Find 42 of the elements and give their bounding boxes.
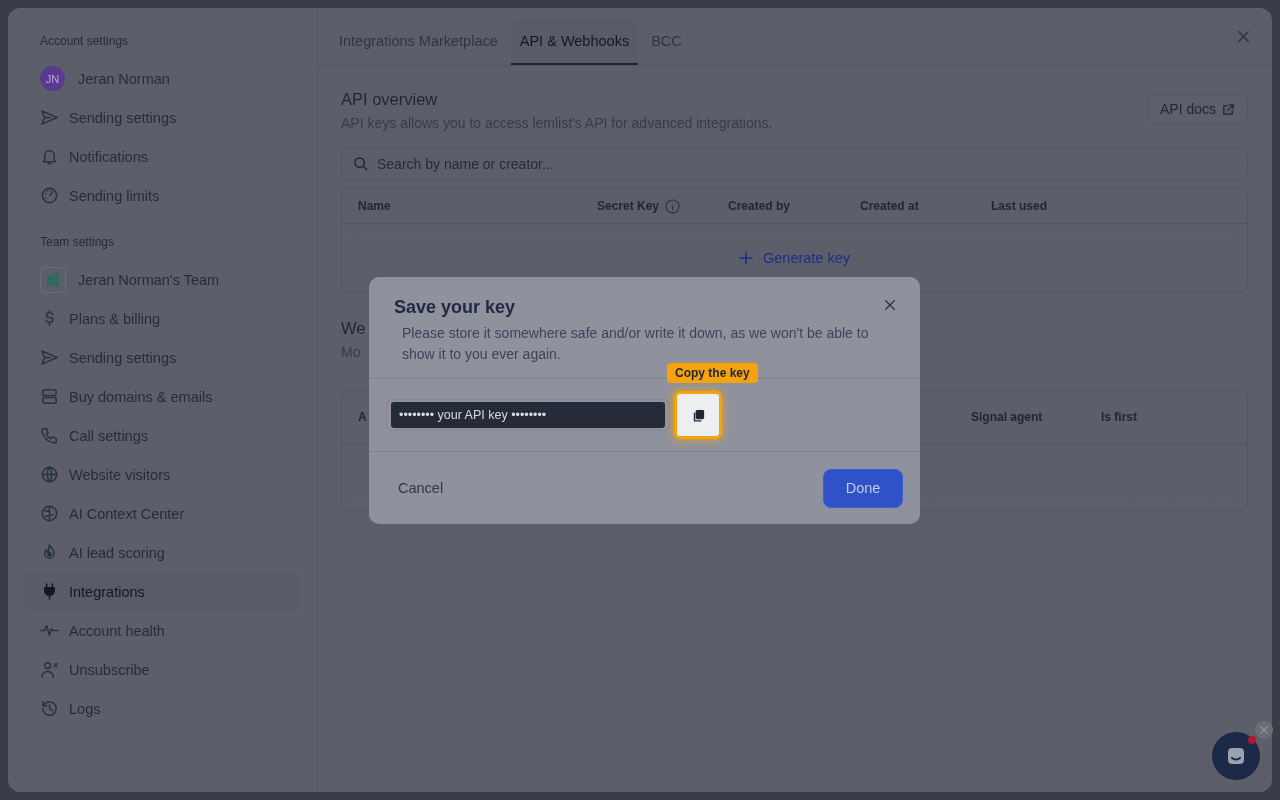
column-header: Secret Key xyxy=(597,199,660,213)
api-docs-button[interactable]: API docs xyxy=(1146,94,1248,124)
done-button[interactable]: Done xyxy=(823,468,903,508)
send-icon xyxy=(40,348,59,367)
close-icon[interactable] xyxy=(884,299,896,311)
avatar: JN xyxy=(40,66,65,91)
column-header: Signal agent xyxy=(971,410,1043,424)
column-header: Created at xyxy=(860,199,919,213)
gauge-icon xyxy=(40,186,59,205)
copy-button[interactable] xyxy=(674,391,722,439)
dialog-description: Please store it somewhere safe and/or write it down, as we won't be able to show it to you ever again. xyxy=(401,324,870,364)
sidebar-item[interactable]: Logs xyxy=(25,689,300,728)
sidebar-item[interactable]: Unsubscribe xyxy=(25,650,300,689)
userx-icon xyxy=(40,660,59,679)
globe-icon xyxy=(40,465,59,484)
column-header: Is first xyxy=(1101,410,1137,424)
plus-icon xyxy=(738,251,753,265)
send-icon xyxy=(40,108,59,127)
server-icon xyxy=(40,387,59,406)
building-icon xyxy=(40,266,66,293)
search-icon xyxy=(353,156,368,171)
tab[interactable]: API & Webhooks xyxy=(510,19,639,65)
column-header: Name xyxy=(358,199,391,213)
external-link-icon xyxy=(1222,102,1235,116)
bell-icon xyxy=(40,147,59,166)
close-icon[interactable] xyxy=(1254,720,1274,740)
section-title: We xyxy=(341,319,366,338)
dialog-title: Save your key xyxy=(394,297,516,318)
sidebar-item[interactable]: Notifications xyxy=(25,137,300,176)
sidebar-item[interactable]: Integrations xyxy=(25,572,300,611)
sidebar-item[interactable]: Plans & billing xyxy=(25,299,300,338)
column-header: Created by xyxy=(728,199,791,213)
api-key-field: •••••••• your API key •••••••• xyxy=(391,402,665,428)
column-header: A xyxy=(358,410,367,424)
history-icon xyxy=(40,699,59,718)
column-header: Last used xyxy=(991,199,1047,213)
cancel-button[interactable]: Cancel xyxy=(386,472,456,504)
sidebar-item[interactable]: Website visitors xyxy=(25,455,300,494)
tooltip: Copy the key xyxy=(667,363,758,383)
generate-key-button[interactable]: Generate key xyxy=(732,249,857,267)
section-title: API overview xyxy=(341,90,438,109)
phone-icon xyxy=(40,426,59,445)
